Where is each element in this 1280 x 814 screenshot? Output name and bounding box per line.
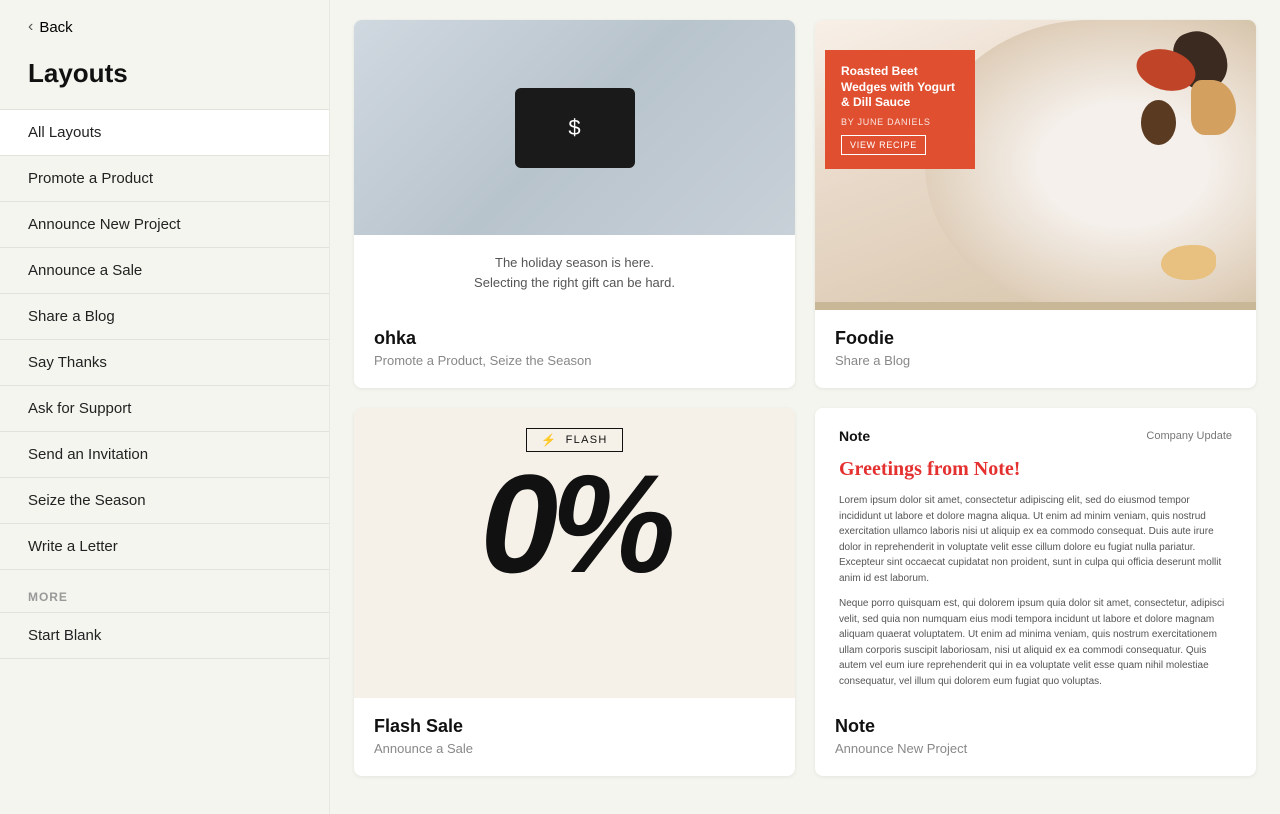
- card-note-name: Note: [835, 716, 1236, 737]
- note-brand: Note: [839, 428, 870, 444]
- note-tag: Company Update: [1146, 430, 1232, 442]
- back-button[interactable]: ‹ Back: [0, 0, 329, 54]
- card-foodie-tags: Share a Blog: [835, 353, 1236, 368]
- recipe-card: Roasted Beet Wedges with Yogurt & Dill S…: [825, 50, 975, 169]
- note-greeting: Greetings from Note!: [839, 458, 1232, 481]
- card-ohka[interactable]: $ The holiday season is here. Selecting …: [354, 20, 795, 388]
- note-body-1: Lorem ipsum dolor sit amet, consectetur …: [839, 493, 1232, 586]
- wallet-icon: $: [515, 88, 635, 168]
- sidebar-item-seize-season[interactable]: Seize the Season: [0, 478, 329, 524]
- card-ohka-tags: Promote a Product, Seize the Season: [374, 353, 775, 368]
- card-ohka-image: $: [354, 20, 795, 235]
- card-foodie-preview: Roasted Beet Wedges with Yogurt & Dill S…: [815, 20, 1256, 310]
- recipe-button: VIEW RECIPE: [841, 135, 926, 155]
- card-ohka-info: ohka Promote a Product, Seize the Season: [354, 310, 795, 388]
- card-ohka-name: ohka: [374, 328, 775, 349]
- card-flash-info: Flash Sale Announce a Sale: [354, 698, 795, 776]
- sidebar-item-announce-sale[interactable]: Announce a Sale: [0, 248, 329, 294]
- sidebar-item-announce-new-project[interactable]: Announce New Project: [0, 202, 329, 248]
- sidebar-item-share-blog[interactable]: Share a Blog: [0, 294, 329, 340]
- card-note-preview: Note Company Update Greetings from Note!…: [815, 408, 1256, 698]
- more-nav-list: Start Blank: [0, 612, 329, 659]
- card-flash-preview: ⚡ FLASH 0%: [354, 408, 795, 698]
- flash-percent: 0%: [480, 454, 668, 594]
- card-note-info: Note Announce New Project: [815, 698, 1256, 776]
- back-label: Back: [39, 19, 72, 36]
- food-decoration-3: [1191, 80, 1236, 135]
- food-decoration-5: [1161, 245, 1216, 280]
- recipe-author: BY JUNE DANIELS: [841, 117, 959, 127]
- nav-list: All LayoutsPromote a ProductAnnounce New…: [0, 109, 329, 570]
- card-ohka-preview: $ The holiday season is here. Selecting …: [354, 20, 795, 310]
- sidebar-item-write-letter[interactable]: Write a Letter: [0, 524, 329, 570]
- card-foodie-name: Foodie: [835, 328, 1236, 349]
- sidebar: ‹ Back Layouts All LayoutsPromote a Prod…: [0, 0, 330, 814]
- recipe-title: Roasted Beet Wedges with Yogurt & Dill S…: [841, 64, 959, 111]
- note-header: Note Company Update: [839, 428, 1232, 444]
- card-ohka-caption: The holiday season is here. Selecting th…: [354, 235, 795, 310]
- main-content: $ The holiday season is here. Selecting …: [330, 0, 1280, 814]
- sidebar-item-all-layouts[interactable]: All Layouts: [0, 109, 329, 156]
- back-chevron-icon: ‹: [28, 18, 33, 36]
- sidebar-title: Layouts: [0, 54, 329, 109]
- sidebar-item-promote-product[interactable]: Promote a Product: [0, 156, 329, 202]
- card-note[interactable]: Note Company Update Greetings from Note!…: [815, 408, 1256, 776]
- card-flash-name: Flash Sale: [374, 716, 775, 737]
- card-foodie-bar: [815, 302, 1256, 310]
- sidebar-item-say-thanks[interactable]: Say Thanks: [0, 340, 329, 386]
- note-body-2: Neque porro quisquam est, qui dolorem ip…: [839, 596, 1232, 689]
- card-foodie-info: Foodie Share a Blog: [815, 310, 1256, 388]
- sidebar-item-send-invitation[interactable]: Send an Invitation: [0, 432, 329, 478]
- card-foodie[interactable]: Roasted Beet Wedges with Yogurt & Dill S…: [815, 20, 1256, 388]
- food-decoration-4: [1141, 100, 1176, 145]
- sidebar-item-start-blank[interactable]: Start Blank: [0, 612, 329, 659]
- card-flash[interactable]: ⚡ FLASH 0% Flash Sale Announce a Sale: [354, 408, 795, 776]
- more-section-label: MORE: [0, 570, 329, 612]
- cards-grid: $ The holiday season is here. Selecting …: [354, 20, 1256, 776]
- card-note-tags: Announce New Project: [835, 741, 1236, 756]
- card-flash-tags: Announce a Sale: [374, 741, 775, 756]
- sidebar-item-ask-support[interactable]: Ask for Support: [0, 386, 329, 432]
